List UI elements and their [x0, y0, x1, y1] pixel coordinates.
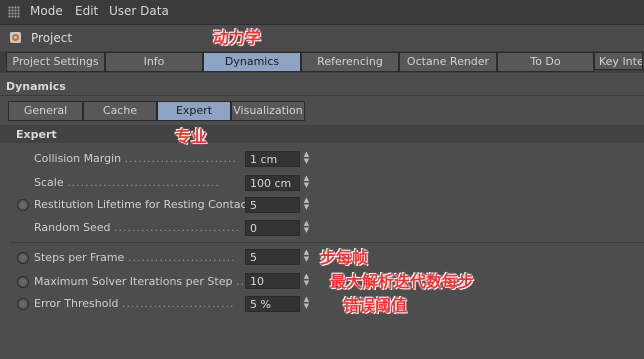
steps-per-frame-field[interactable]: 5 — [245, 249, 300, 265]
param-label-steps-per-frame: Steps per Frame ........................ — [34, 251, 236, 264]
param-label-error-threshold: Error Threshold ........................… — [34, 297, 235, 310]
collision-margin-field[interactable]: 1 cm — [245, 151, 300, 167]
project-title: Project — [31, 31, 73, 45]
tab-dynamics[interactable]: Dynamics — [203, 52, 301, 72]
tab-octane-render[interactable]: Octane Render — [399, 52, 497, 72]
annotation-steps-per-frame: 步每帧 — [320, 248, 369, 267]
section-divider — [0, 95, 644, 96]
error-threshold-field[interactable]: 5 % — [245, 296, 300, 312]
param-label-max-solver-iterations: Maximum Solver Iterations per Step ... — [34, 275, 250, 288]
annotation-expert: 专业 — [175, 127, 208, 146]
collision-margin-stepper-icon[interactable]: ▲ ▼ — [302, 151, 311, 167]
restitution-radio-icon[interactable] — [17, 199, 29, 211]
restitution-field[interactable]: 5 — [245, 197, 300, 213]
param-label-collision-margin: Collision Margin .......................… — [34, 152, 238, 165]
subtab-general[interactable]: General — [8, 101, 83, 121]
tab-project-settings[interactable]: Project Settings — [6, 52, 105, 72]
random-seed-stepper-icon[interactable]: ▲ ▼ — [302, 220, 311, 236]
random-seed-field[interactable]: 0 — [245, 220, 300, 236]
tab-key-interpolation[interactable]: Key Inter — [594, 52, 643, 70]
scale-field[interactable]: 100 cm — [245, 175, 300, 191]
group-header — [0, 125, 644, 143]
restitution-stepper-icon[interactable]: ▲ ▼ — [302, 197, 311, 213]
annotation-max-iterations: 最大解析迭代数每步 — [330, 272, 475, 291]
project-gear-icon — [10, 32, 21, 43]
tab-referencing[interactable]: Referencing — [301, 52, 399, 72]
param-label-scale: Scale .................................. — [34, 176, 220, 189]
project-header — [0, 26, 644, 50]
max-solver-stepper-icon[interactable]: ▲ ▼ — [302, 273, 311, 289]
scale-stepper-icon[interactable]: ▲ ▼ — [302, 175, 311, 191]
error-threshold-stepper-icon[interactable]: ▲ ▼ — [302, 296, 311, 312]
max-solver-iterations-field[interactable]: 10 — [245, 273, 300, 289]
subtab-cache[interactable]: Cache — [83, 101, 157, 121]
group-divider — [10, 242, 644, 243]
grip-icon[interactable] — [8, 6, 20, 18]
param-label-random-seed: Random Seed ............................ — [34, 221, 240, 234]
annotation-error-threshold: 错误阈值 — [343, 296, 408, 315]
subtab-expert[interactable]: Expert — [157, 101, 231, 121]
menu-mode[interactable]: Mode — [30, 4, 63, 18]
subtab-visualization[interactable]: Visualization — [231, 101, 305, 121]
param-label-restitution: Restitution Lifetime for Resting Contact — [34, 198, 251, 211]
group-title: Expert — [16, 128, 57, 141]
tab-info[interactable]: Info — [105, 52, 203, 72]
annotation-dynamics: 动力学 — [213, 28, 262, 47]
section-title: Dynamics — [6, 80, 66, 93]
tab-to-do[interactable]: To Do — [497, 52, 594, 72]
steps-per-frame-radio-icon[interactable] — [17, 252, 29, 264]
menu-edit[interactable]: Edit — [75, 4, 98, 18]
max-solver-radio-icon[interactable] — [17, 276, 29, 288]
error-threshold-radio-icon[interactable] — [17, 298, 29, 310]
steps-per-frame-stepper-icon[interactable]: ▲ ▼ — [302, 249, 311, 265]
menu-user-data[interactable]: User Data — [109, 4, 169, 18]
